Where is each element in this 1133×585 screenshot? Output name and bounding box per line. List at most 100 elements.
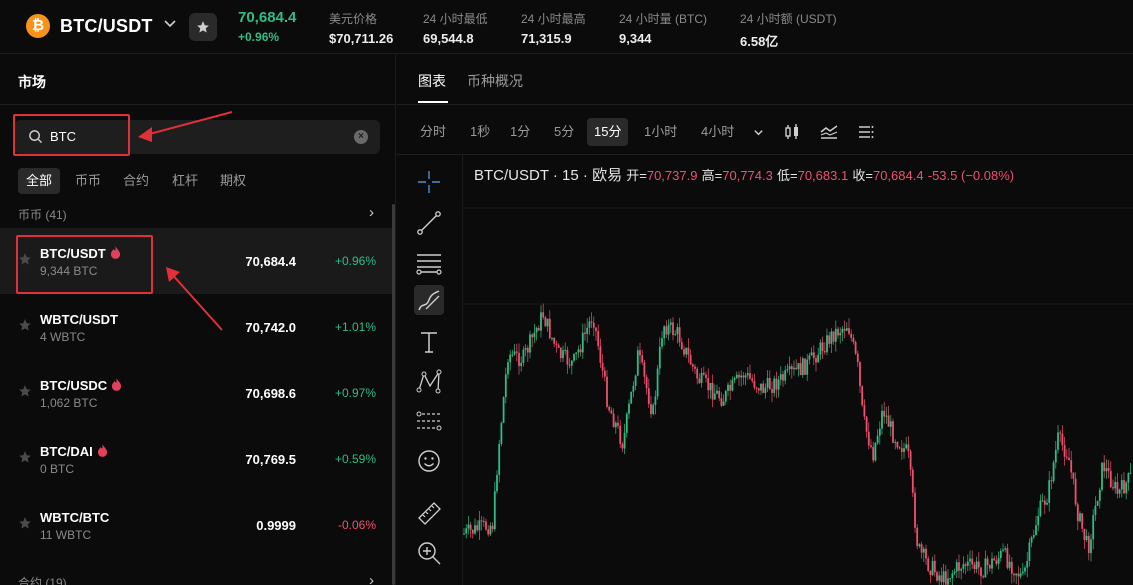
candle-body	[498, 443, 501, 475]
candle-body	[746, 373, 749, 376]
tab-spot[interactable]: 币币	[67, 168, 109, 194]
group-header-spot[interactable]: 币币 (41) ›	[18, 204, 374, 223]
candle-body	[922, 548, 925, 553]
favorite-button[interactable]	[189, 13, 217, 41]
list-item[interactable]: WBTC/USDT 4 WBTC 70,742.0 +1.01%	[0, 294, 392, 360]
candle-body	[962, 564, 965, 569]
chevron-down-icon[interactable]	[162, 15, 178, 31]
candle-body	[513, 351, 516, 355]
tab-coin-overview[interactable]: 币种概况	[467, 71, 523, 91]
open-value: 70,737.9	[646, 168, 698, 183]
tab-chart[interactable]: 图表	[418, 71, 446, 91]
text-icon[interactable]	[414, 327, 444, 357]
tab-options[interactable]: 期权	[212, 168, 254, 194]
list-item[interactable]: BTC/USDC 1,062 BTC 70,698.6 +0.97%	[0, 360, 392, 426]
stat-24h-low: 24 小时最低 69,544.8	[423, 10, 488, 46]
interval-1s[interactable]: 1秒	[463, 118, 497, 146]
stat-value: 9,344	[619, 31, 652, 46]
pair-name: WBTC/BTC	[40, 510, 110, 525]
interval-1h[interactable]: 1小时	[637, 118, 684, 146]
candle-body	[920, 544, 923, 553]
candle-body	[634, 375, 637, 386]
candle-body	[711, 382, 714, 400]
chevron-right-icon[interactable]: ›	[369, 204, 374, 221]
candle-body	[467, 524, 470, 529]
candle-body	[568, 364, 571, 366]
trendline-icon[interactable]	[414, 207, 444, 237]
emoji-icon[interactable]	[414, 446, 444, 476]
brush-icon[interactable]	[414, 285, 444, 315]
crosshair-icon[interactable]	[414, 167, 444, 197]
interval-1m[interactable]: 1分	[503, 118, 537, 146]
candle-body	[1103, 462, 1106, 472]
close-value: 70,684.4	[872, 168, 924, 183]
candle-body	[1057, 432, 1059, 450]
bitcoin-icon: ₿	[26, 14, 50, 38]
pair-price: 70,684.4	[245, 254, 296, 269]
divider	[397, 154, 1133, 155]
candle-body	[1114, 482, 1117, 489]
interval-15m[interactable]: 15分	[587, 118, 629, 146]
star-icon[interactable]	[18, 450, 32, 464]
tab-all[interactable]: 全部	[18, 168, 61, 194]
candle-body	[665, 326, 668, 335]
candle-body	[1004, 548, 1007, 550]
candle-body	[601, 362, 604, 371]
candle-body	[966, 561, 969, 566]
candle-body	[612, 413, 615, 428]
interval-5m[interactable]: 5分	[547, 118, 581, 146]
indicators-icon[interactable]	[820, 123, 838, 141]
candle-body	[911, 469, 914, 493]
candle-body	[940, 575, 943, 583]
interval-4h[interactable]: 4小时	[694, 118, 741, 146]
pair-title[interactable]: BTC/USDT	[60, 16, 153, 37]
ruler-icon[interactable]	[414, 498, 444, 528]
clear-icon[interactable]: ×	[354, 130, 368, 144]
candle-body	[843, 328, 846, 331]
candle-body	[702, 372, 705, 375]
zoom-in-icon[interactable]	[414, 538, 444, 568]
stat-label: 24 小时最低	[423, 12, 488, 26]
price-change: +0.96%	[238, 30, 280, 44]
fib-icon[interactable]	[414, 406, 444, 436]
interval-time[interactable]: 分时	[413, 118, 453, 146]
candle-body	[749, 373, 751, 379]
candle-body	[529, 334, 531, 353]
candle-body	[887, 415, 890, 427]
chevron-down-icon[interactable]	[753, 127, 764, 138]
candle-body	[1002, 549, 1004, 551]
tab-futures[interactable]: 合约	[115, 168, 157, 194]
candle-body	[977, 561, 980, 568]
stat-label: 24 小时最高	[521, 12, 586, 26]
candle-body	[993, 558, 996, 561]
star-icon[interactable]	[18, 318, 32, 332]
pair-volume: 1,062 BTC	[40, 396, 98, 410]
candle-body	[806, 359, 809, 375]
group-header-futures[interactable]: 合约 (19) ›	[18, 572, 374, 585]
chevron-right-icon[interactable]: ›	[369, 572, 374, 585]
candle-body	[760, 383, 762, 391]
pair-volume: 11 WBTC	[40, 528, 92, 542]
star-icon[interactable]	[18, 516, 32, 530]
horizontal-lines-icon[interactable]	[414, 247, 444, 277]
scrollbar[interactable]	[392, 204, 395, 585]
candle-body	[559, 347, 562, 359]
list-item[interactable]: WBTC/BTC 11 WBTC 0.9999 -0.06%	[0, 492, 392, 558]
candle-body	[1118, 489, 1121, 494]
star-icon[interactable]	[18, 384, 32, 398]
low-value: 70,683.1	[797, 168, 849, 183]
candle-body	[1065, 456, 1068, 458]
pattern-icon[interactable]	[414, 366, 444, 396]
stat-value: 71,315.9	[521, 31, 572, 46]
tab-margin[interactable]: 杠杆	[164, 168, 206, 194]
list-item[interactable]: BTC/DAI 0 BTC 70,769.5 +0.59%	[0, 426, 392, 492]
candle-body	[771, 389, 773, 393]
candle-type-icon[interactable]	[783, 123, 801, 141]
candlestick-chart[interactable]	[463, 204, 1133, 585]
candle-body	[729, 384, 732, 391]
stat-label: 24 小时额 (USDT)	[740, 12, 837, 26]
candle-body	[812, 352, 815, 359]
candle-body	[1063, 445, 1066, 457]
candle-body	[1116, 482, 1119, 494]
settings-list-icon[interactable]	[857, 123, 875, 141]
